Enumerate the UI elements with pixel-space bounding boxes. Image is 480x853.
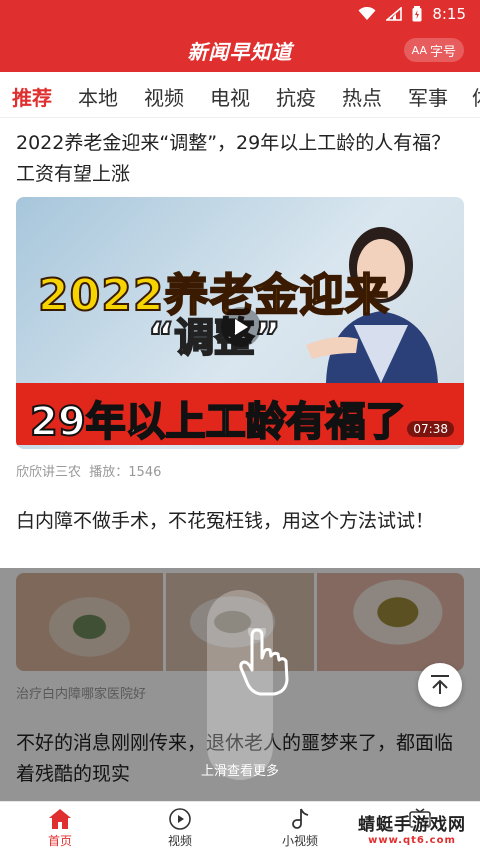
tab-recommend[interactable]: 推荐 bbox=[12, 82, 52, 111]
back-to-top-button[interactable] bbox=[418, 663, 462, 707]
tab-local[interactable]: 本地 bbox=[78, 82, 118, 111]
play-icon bbox=[235, 319, 248, 335]
nav-video-label: 视频 bbox=[167, 834, 192, 848]
play-button[interactable] bbox=[221, 307, 261, 347]
home-icon bbox=[49, 809, 71, 829]
tab-video[interactable]: 视频 bbox=[144, 82, 184, 111]
music-note-icon bbox=[292, 808, 309, 829]
article-meta: 欣欣讲三农 播放：1546 bbox=[16, 461, 161, 480]
font-size-button[interactable]: AA 字号 bbox=[403, 38, 464, 62]
watermark-url: www.qt6.com bbox=[368, 835, 456, 846]
tab-military[interactable]: 军事 bbox=[408, 82, 448, 111]
category-tabs: 推荐 本地 视频 电视 抗疫 热点 军事 体 bbox=[0, 72, 480, 118]
thumbnail-banner: 29年以上工龄有福了 bbox=[16, 383, 464, 446]
play-circle-icon bbox=[169, 808, 191, 830]
article-source: 欣欣讲三农 bbox=[16, 465, 82, 480]
video-thumbnail[interactable]: 2022养老金迎来 “调整” 29年以上工龄有福了 07:38 bbox=[16, 197, 464, 449]
nav-short-video-label: 小视频 bbox=[281, 834, 318, 848]
thumbnail-banner-text: 29年以上工龄有福了 bbox=[29, 398, 407, 446]
nav-home[interactable]: 首页 bbox=[30, 806, 90, 849]
site-watermark: 蜻蜓手游戏网 www.qt6.com bbox=[358, 817, 466, 849]
video-duration: 07:38 bbox=[407, 421, 454, 437]
article-title[interactable]: 2022养老金迎来“调整”，29年以上工龄的人有福？工资有望上涨 bbox=[16, 128, 466, 190]
article-title[interactable]: 白内障不做手术，不花冤枉钱，用这个方法试试！ bbox=[16, 506, 466, 537]
tab-tv[interactable]: 电视 bbox=[210, 82, 250, 111]
tab-hot[interactable]: 热点 bbox=[342, 82, 382, 111]
app-screen: 8:15 新闻早知道 AA 字号 推荐 本地 视频 电视 抗疫 热点 军事 体 … bbox=[0, 0, 480, 853]
status-time: 8:15 bbox=[432, 5, 466, 23]
signal-icon bbox=[386, 7, 403, 21]
watermark-main: 蜻蜓手游戏网 bbox=[358, 815, 466, 835]
thumbnail-subheadline: “调整” bbox=[147, 314, 282, 362]
app-header: 新闻早知道 AA 字号 bbox=[0, 28, 480, 72]
swipe-hand-icon bbox=[239, 628, 289, 696]
nav-short-video[interactable]: 小视频 bbox=[270, 806, 330, 849]
article-plays: 播放：1546 bbox=[89, 465, 162, 480]
tab-anti-epidemic[interactable]: 抗疫 bbox=[276, 82, 316, 111]
nav-video[interactable]: 视频 bbox=[150, 806, 210, 849]
battery-icon bbox=[412, 6, 422, 22]
wifi-icon bbox=[358, 7, 376, 20]
font-size-icon: AA bbox=[411, 43, 427, 57]
tab-sports[interactable]: 体 bbox=[472, 82, 480, 111]
status-bar: 8:15 bbox=[0, 0, 480, 28]
nav-home-label: 首页 bbox=[47, 834, 72, 848]
swipe-hint-text: 上滑查看更多 bbox=[200, 764, 279, 779]
arrow-up-icon bbox=[431, 675, 449, 694]
font-size-label: 字号 bbox=[429, 44, 456, 60]
